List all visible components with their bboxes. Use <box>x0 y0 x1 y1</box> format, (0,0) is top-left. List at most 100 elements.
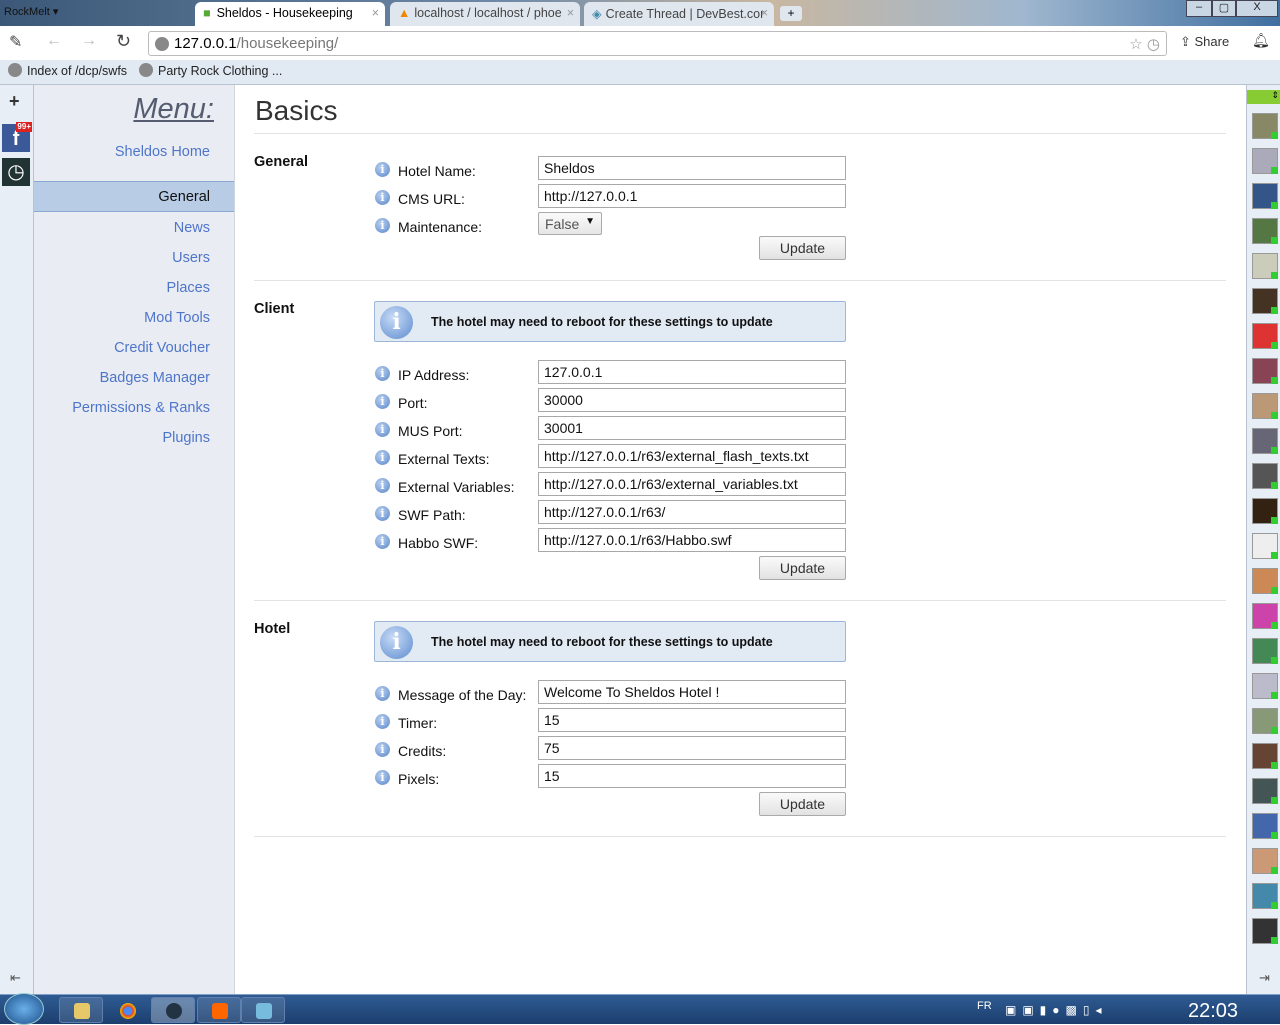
hotel-field-3[interactable]: 15 <box>538 764 846 788</box>
info-icon[interactable]: i <box>375 506 390 521</box>
friend-avatar[interactable] <box>1252 638 1278 664</box>
info-icon[interactable]: i <box>375 686 390 701</box>
friend-avatar[interactable] <box>1252 218 1278 244</box>
friend-avatar[interactable] <box>1252 113 1278 139</box>
new-tab-button[interactable]: + <box>780 6 802 21</box>
friend-avatar[interactable] <box>1252 288 1278 314</box>
menu-item-badges-manager[interactable]: Badges Manager <box>100 370 210 386</box>
language-indicator[interactable]: FR <box>977 1000 992 1012</box>
star-icon[interactable]: ☆ ◷ <box>1129 35 1160 53</box>
info-icon[interactable]: i <box>375 742 390 757</box>
info-icon[interactable]: i <box>375 534 390 549</box>
share-button[interactable]: ⇪ Share <box>1180 34 1229 50</box>
menu-item-mod-tools[interactable]: Mod Tools <box>144 310 210 326</box>
friend-avatar[interactable] <box>1252 323 1278 349</box>
friend-avatar[interactable] <box>1252 778 1278 804</box>
friend-avatar[interactable] <box>1252 918 1278 944</box>
bookmark-partyrock[interactable]: Party Rock Clothing ... <box>139 63 282 78</box>
close-window-button[interactable]: X <box>1236 0 1278 17</box>
menu-item-plugins[interactable]: Plugins <box>162 430 210 446</box>
client-field-3[interactable]: http://127.0.0.1/r63/external_flash_text… <box>538 444 846 468</box>
friend-avatar[interactable] <box>1252 358 1278 384</box>
bell-icon[interactable]: 🔔︎ <box>1252 32 1270 49</box>
menu-item-places[interactable]: Places <box>166 280 210 296</box>
menu-item-users[interactable]: Users <box>172 250 210 266</box>
info-icon[interactable]: i <box>375 478 390 493</box>
minimize-button[interactable]: – <box>1186 0 1212 17</box>
tab-sheldos[interactable]: ■ Sheldos - Housekeeping × <box>195 2 385 26</box>
collapse-icon[interactable]: ⇤ <box>10 970 21 986</box>
tab-devbest[interactable]: ◈ Create Thread | DevBest.cor × <box>584 2 774 26</box>
tray-icons[interactable]: ▣▣▮●▩▯◂ <box>1005 1003 1108 1017</box>
friend-avatar[interactable] <box>1252 498 1278 524</box>
friend-avatar[interactable] <box>1252 813 1278 839</box>
friend-avatar[interactable] <box>1252 393 1278 419</box>
taskbar-app[interactable] <box>241 997 285 1023</box>
menu-item-news[interactable]: News <box>174 220 210 236</box>
friend-avatar[interactable] <box>1252 743 1278 769</box>
taskbar-rockmelt[interactable] <box>151 997 195 1023</box>
forward-button[interactable]: → <box>81 32 97 50</box>
friend-avatar[interactable] <box>1252 183 1278 209</box>
hotel-field-0[interactable]: Welcome To Sheldos Hotel ! <box>538 680 846 704</box>
close-tab-icon[interactable]: × <box>372 6 379 20</box>
info-icon[interactable]: i <box>375 714 390 729</box>
client-field-1[interactable]: 30000 <box>538 388 846 412</box>
info-icon[interactable]: i <box>375 422 390 437</box>
clock-icon[interactable]: ◷ <box>2 158 30 186</box>
hotel-update-button[interactable]: Update <box>759 792 846 816</box>
expand-icon[interactable]: ⇥ <box>1259 970 1270 986</box>
rockmelt-menu[interactable]: RockMelt ▾ <box>4 5 58 18</box>
info-icon[interactable]: i <box>375 394 390 409</box>
add-icon[interactable]: + <box>9 91 20 112</box>
friend-avatar[interactable] <box>1252 253 1278 279</box>
menu-item-credit-voucher[interactable]: Credit Voucher <box>114 340 210 356</box>
maximize-button[interactable]: ▢ <box>1212 0 1236 17</box>
start-button[interactable] <box>4 993 44 1025</box>
friend-avatar[interactable] <box>1252 428 1278 454</box>
bookmark-swfs[interactable]: Index of /dcp/swfs <box>8 63 127 78</box>
friend-avatar[interactable] <box>1252 148 1278 174</box>
general-update-button[interactable]: Update <box>759 236 846 260</box>
close-tab-icon[interactable]: × <box>567 6 574 20</box>
address-bar[interactable]: 127.0.0.1/housekeeping/ ☆ ◷ <box>148 31 1167 56</box>
friend-avatar[interactable] <box>1252 603 1278 629</box>
friend-avatar[interactable] <box>1252 883 1278 909</box>
client-update-button[interactable]: Update <box>759 556 846 580</box>
info-icon[interactable]: i <box>375 770 390 785</box>
menu-item-general[interactable]: General <box>158 189 210 205</box>
friend-avatar[interactable] <box>1252 533 1278 559</box>
general-field-0[interactable]: Sheldos <box>538 156 846 180</box>
taskbar-xampp[interactable] <box>197 997 241 1023</box>
friend-avatar[interactable] <box>1252 673 1278 699</box>
taskbar-explorer[interactable] <box>59 997 103 1023</box>
friend-avatar[interactable] <box>1252 568 1278 594</box>
general-field-1[interactable]: http://127.0.0.1 <box>538 184 846 208</box>
hotel-field-1[interactable]: 15 <box>538 708 846 732</box>
scroll-up-icon[interactable]: ⇕ <box>1247 90 1280 104</box>
info-icon[interactable]: i <box>375 218 390 233</box>
edit-icon[interactable]: ✎ <box>9 32 22 52</box>
client-field-4[interactable]: http://127.0.0.1/r63/external_variables.… <box>538 472 846 496</box>
menu-item-permissions[interactable]: Permissions & Ranks <box>72 400 210 416</box>
maintenance-select[interactable]: False ▼ <box>538 212 602 235</box>
info-icon[interactable]: i <box>375 366 390 381</box>
tab-phpmyadmin[interactable]: ▲ localhost / localhost / phoe × <box>390 2 580 26</box>
clock[interactable]: 22:03 <box>1188 1000 1238 1023</box>
client-field-0[interactable]: 127.0.0.1 <box>538 360 846 384</box>
info-icon[interactable]: i <box>375 162 390 177</box>
menu-home-link[interactable]: Sheldos Home <box>115 144 210 160</box>
info-icon[interactable]: i <box>375 190 390 205</box>
friend-avatar[interactable] <box>1252 463 1278 489</box>
back-button[interactable]: ← <box>46 32 62 50</box>
taskbar-chrome[interactable] <box>105 997 149 1023</box>
client-field-2[interactable]: 30001 <box>538 416 846 440</box>
reload-button[interactable]: ↻ <box>116 31 131 52</box>
friend-avatar[interactable] <box>1252 848 1278 874</box>
client-field-6[interactable]: http://127.0.0.1/r63/Habbo.swf <box>538 528 846 552</box>
facebook-icon[interactable]: f 99+ <box>2 122 32 152</box>
friend-avatar[interactable] <box>1252 708 1278 734</box>
hotel-field-2[interactable]: 75 <box>538 736 846 760</box>
client-field-5[interactable]: http://127.0.0.1/r63/ <box>538 500 846 524</box>
info-icon[interactable]: i <box>375 450 390 465</box>
